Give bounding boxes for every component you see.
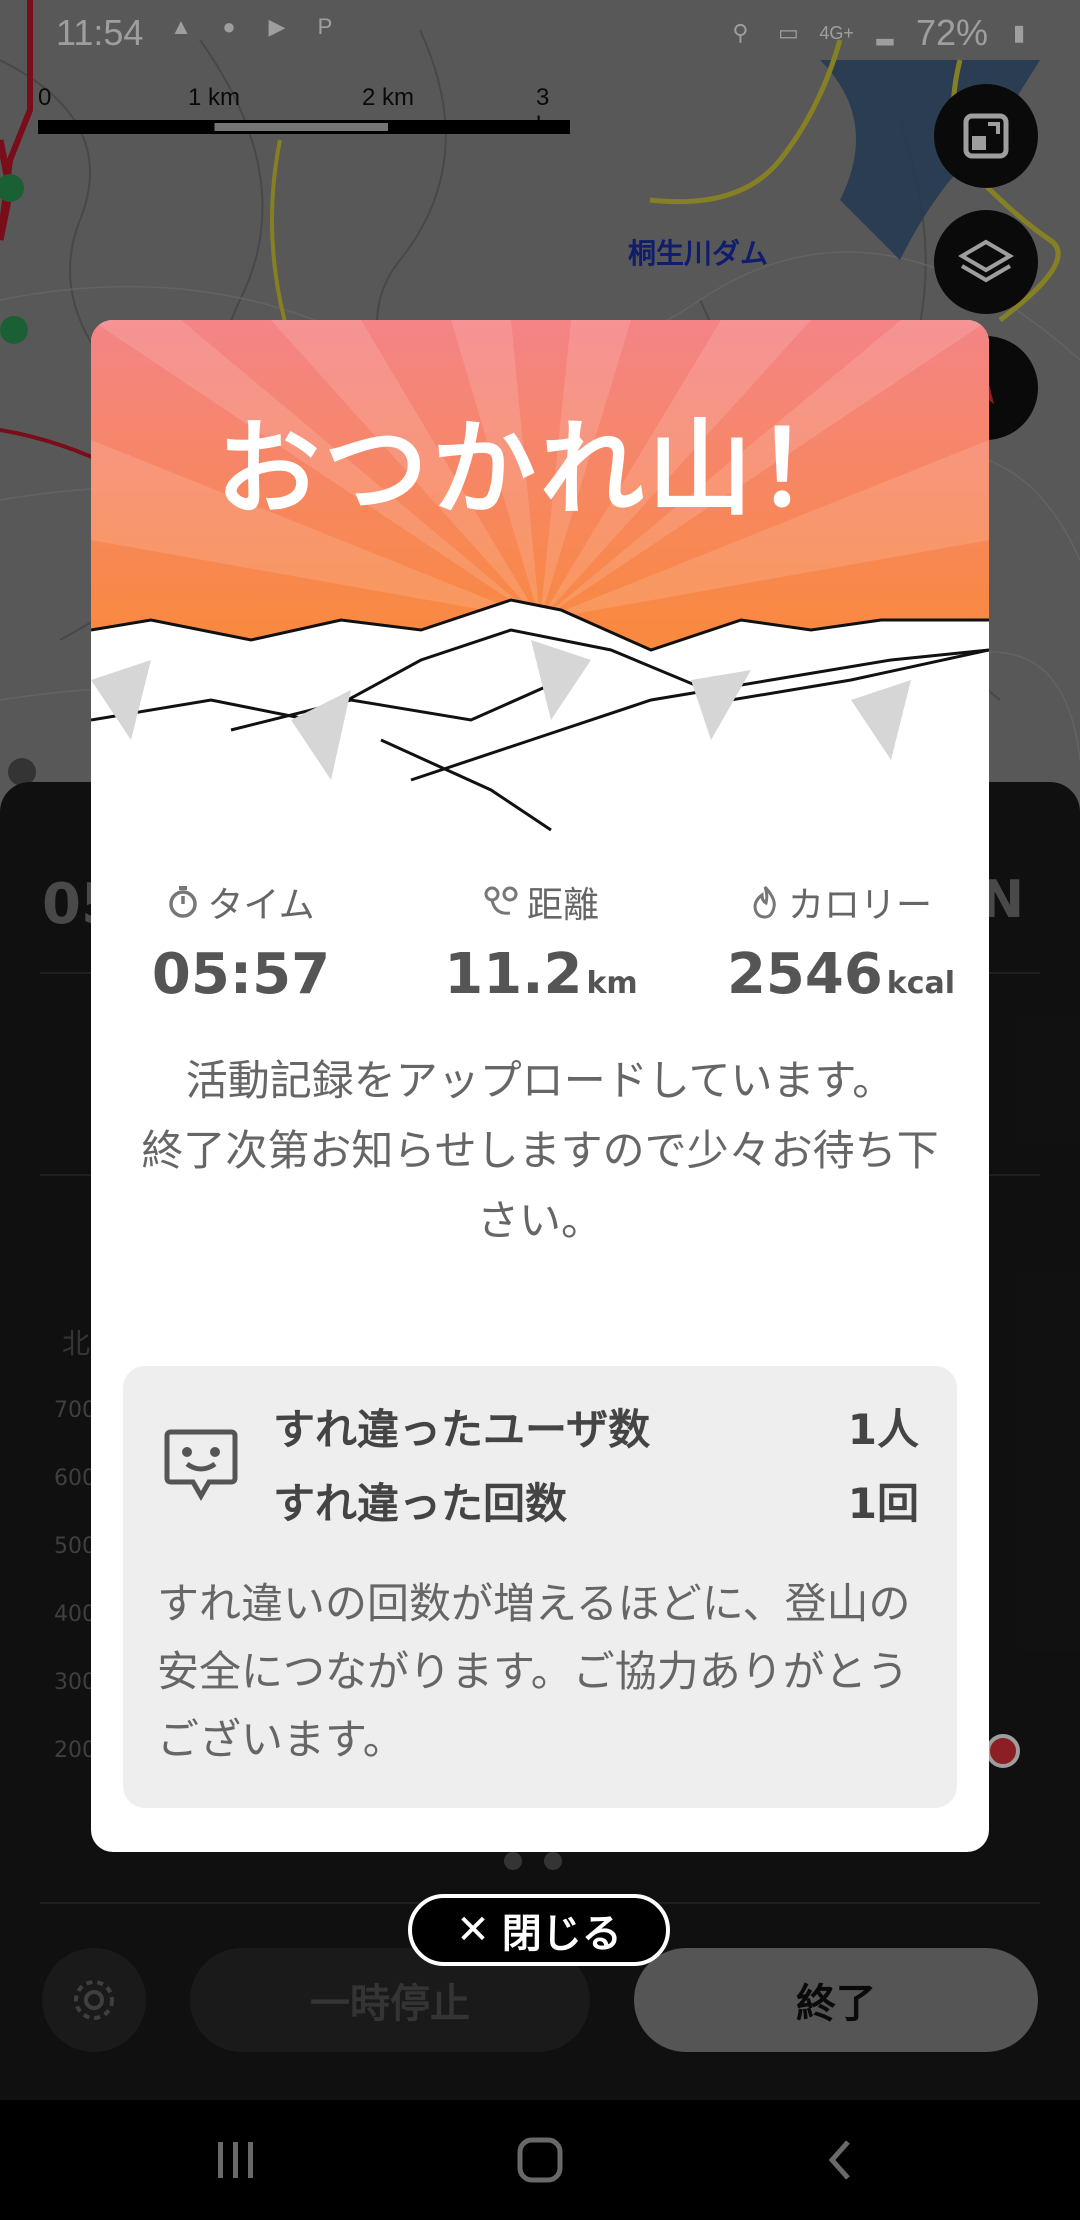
close-button[interactable]: ✕ 閉じる [408, 1894, 670, 1966]
close-icon: ✕ [456, 1907, 490, 1953]
upload-message-line-1: 活動記録をアップロードしています。 [185, 1056, 895, 1105]
upload-message: 活動記録をアップロードしています。 終了次第お知らせしますので少々お待ち下さい。 [131, 1046, 949, 1256]
stat-calories-value: 2546 [726, 942, 883, 1007]
encounter-count-value: 1回 [847, 1479, 919, 1528]
summit-summary-modal: おつかれ山！ タイム 05:57 距離 11.2 km カロリー 2546 kc… [91, 320, 989, 1852]
encounter-note: すれ違いの回数が増えるほどに、登山の安全につながります。ご協力ありがとうございま… [157, 1579, 911, 1764]
stat-distance-value: 11.2 [444, 942, 583, 1007]
stat-calories-unit: kcal [886, 966, 956, 1001]
encounter-count-label: すれ違った回数 [273, 1479, 568, 1528]
encounter-users-row: すれ違ったユーザ数 1人 [273, 1396, 919, 1457]
encounter-count-row: すれ違った回数 1回 [273, 1470, 919, 1531]
encounter-box: すれ違ったユーザ数 1人 すれ違った回数 1回 すれ違いの回数が増えるほどに、登… [123, 1366, 957, 1808]
stats-row: タイム 05:57 距離 11.2 km カロリー 2546 kcal [91, 876, 989, 1007]
route-icon [484, 886, 518, 915]
upload-message-line-2: 終了次第お知らせしますので少々お待ち下さい。 [141, 1126, 939, 1245]
flame-icon [753, 885, 776, 919]
stat-distance: 距離 11.2 km [391, 876, 691, 1007]
modal-title: おつかれ山！ [215, 408, 864, 530]
stat-distance-unit: km [586, 966, 638, 1001]
encounter-users-label: すれ違ったユーザ数 [273, 1405, 651, 1454]
stat-time-label: タイム [207, 885, 315, 926]
stat-time-value: 05:57 [151, 942, 331, 1007]
close-label: 閉じる [501, 1911, 622, 1957]
stat-time: タイム 05:57 [91, 876, 391, 1007]
stat-calories: カロリー 2546 kcal [691, 876, 989, 1007]
stat-calories-label: カロリー [787, 885, 932, 926]
encounter-users-value: 1人 [847, 1405, 919, 1454]
chat-face-icon [164, 1429, 238, 1502]
stopwatch-icon [169, 886, 198, 918]
stat-distance-label: 距離 [526, 885, 599, 926]
